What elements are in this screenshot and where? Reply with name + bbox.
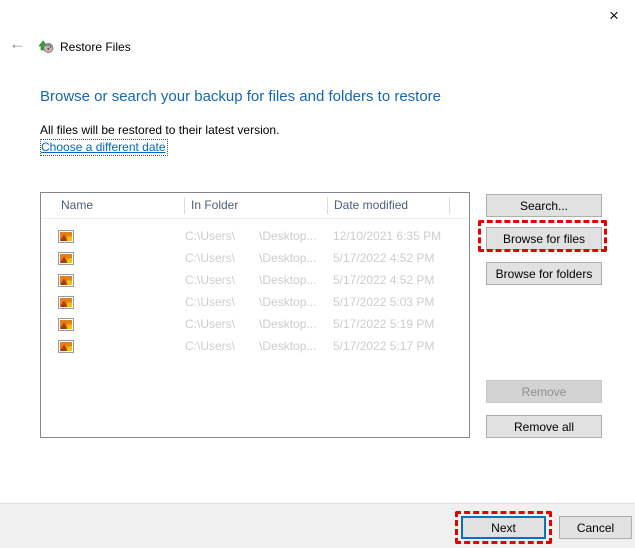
row-in-folder: C:\Users\ \Desktop...	[185, 229, 328, 243]
table-row[interactable]: C:\Users\ \Desktop... 5/17/2022 5:03 PM	[41, 291, 469, 313]
row-folder-suffix: \Desktop...	[259, 295, 317, 309]
row-in-folder: C:\Users\ \Desktop...	[185, 317, 328, 331]
row-date-modified: 12/10/2021 6:35 PM	[333, 229, 442, 243]
row-name-cell	[41, 295, 185, 309]
row-folder-prefix: C:\Users\	[185, 273, 236, 287]
remove-all-button[interactable]: Remove all	[486, 415, 602, 438]
row-folder-prefix: C:\Users\	[185, 295, 236, 309]
table-row[interactable]: C:\Users\ \Desktop... 5/17/2022 5:19 PM	[41, 313, 469, 335]
row-date-modified: 5/17/2022 5:19 PM	[333, 317, 435, 331]
row-folder-prefix: C:\Users\	[185, 317, 236, 331]
backup-files-list[interactable]: Name In Folder Date modified C:\Users\ \D…	[40, 192, 470, 438]
browse-for-folders-button[interactable]: Browse for folders	[486, 262, 602, 285]
column-header-date-modified[interactable]: Date modified	[328, 197, 450, 214]
table-row[interactable]: C:\Users\ \Desktop... 5/17/2022 4:52 PM	[41, 269, 469, 291]
row-date-modified: 5/17/2022 4:52 PM	[333, 251, 435, 265]
restore-description: All files will be restored to their late…	[40, 123, 280, 137]
row-in-folder: C:\Users\ \Desktop...	[185, 273, 328, 287]
row-folder-prefix: C:\Users\	[185, 251, 236, 265]
choose-different-date-link[interactable]: Choose a different date	[40, 139, 168, 156]
list-header: Name In Folder Date modified	[41, 193, 469, 219]
row-folder-suffix: \Desktop...	[259, 273, 317, 287]
row-in-folder: C:\Users\ \Desktop...	[185, 295, 328, 309]
table-row[interactable]: C:\Users\ \Desktop... 12/10/2021 6:35 PM	[41, 225, 469, 247]
row-folder-suffix: \Desktop...	[259, 317, 317, 331]
row-date-modified: 5/17/2022 4:52 PM	[333, 273, 435, 287]
image-file-icon	[58, 317, 74, 331]
close-icon[interactable]: ×	[603, 5, 625, 27]
row-name-cell	[41, 339, 185, 353]
list-rows: C:\Users\ \Desktop... 12/10/2021 6:35 PM …	[41, 219, 469, 357]
row-in-folder: C:\Users\ \Desktop...	[185, 339, 328, 353]
row-in-folder: C:\Users\ \Desktop...	[185, 251, 328, 265]
table-row[interactable]: C:\Users\ \Desktop... 5/17/2022 5:17 PM	[41, 335, 469, 357]
row-name-cell	[41, 251, 185, 265]
row-folder-suffix: \Desktop...	[259, 229, 317, 243]
column-header-in-folder[interactable]: In Folder	[185, 197, 328, 214]
table-row[interactable]: C:\Users\ \Desktop... 5/17/2022 4:52 PM	[41, 247, 469, 269]
restore-files-icon	[38, 38, 54, 54]
main-instruction: Browse or search your backup for files a…	[40, 88, 442, 105]
image-file-icon	[58, 251, 74, 265]
image-file-icon	[58, 295, 74, 309]
row-folder-prefix: C:\Users\	[185, 339, 236, 353]
row-date-modified: 5/17/2022 5:03 PM	[333, 295, 435, 309]
row-folder-prefix: C:\Users\	[185, 229, 236, 243]
row-name-cell	[41, 229, 185, 243]
row-name-cell	[41, 317, 185, 331]
cancel-button[interactable]: Cancel	[559, 516, 632, 539]
search-button[interactable]: Search...	[486, 194, 602, 217]
browse-for-files-highlight	[478, 220, 607, 252]
image-file-icon	[58, 229, 74, 243]
row-folder-suffix: \Desktop...	[259, 251, 317, 265]
image-file-icon	[58, 339, 74, 353]
row-name-cell	[41, 273, 185, 287]
next-button-highlight	[455, 511, 552, 544]
column-header-name[interactable]: Name	[41, 197, 185, 214]
row-folder-suffix: \Desktop...	[259, 339, 317, 353]
remove-button: Remove	[486, 380, 602, 403]
restore-files-dialog: × ← Restore Files Browse or search your …	[0, 0, 635, 548]
back-arrow-icon[interactable]: ←	[9, 35, 26, 52]
image-file-icon	[58, 273, 74, 287]
page-title: Restore Files	[60, 40, 131, 54]
row-date-modified: 5/17/2022 5:17 PM	[333, 339, 435, 353]
